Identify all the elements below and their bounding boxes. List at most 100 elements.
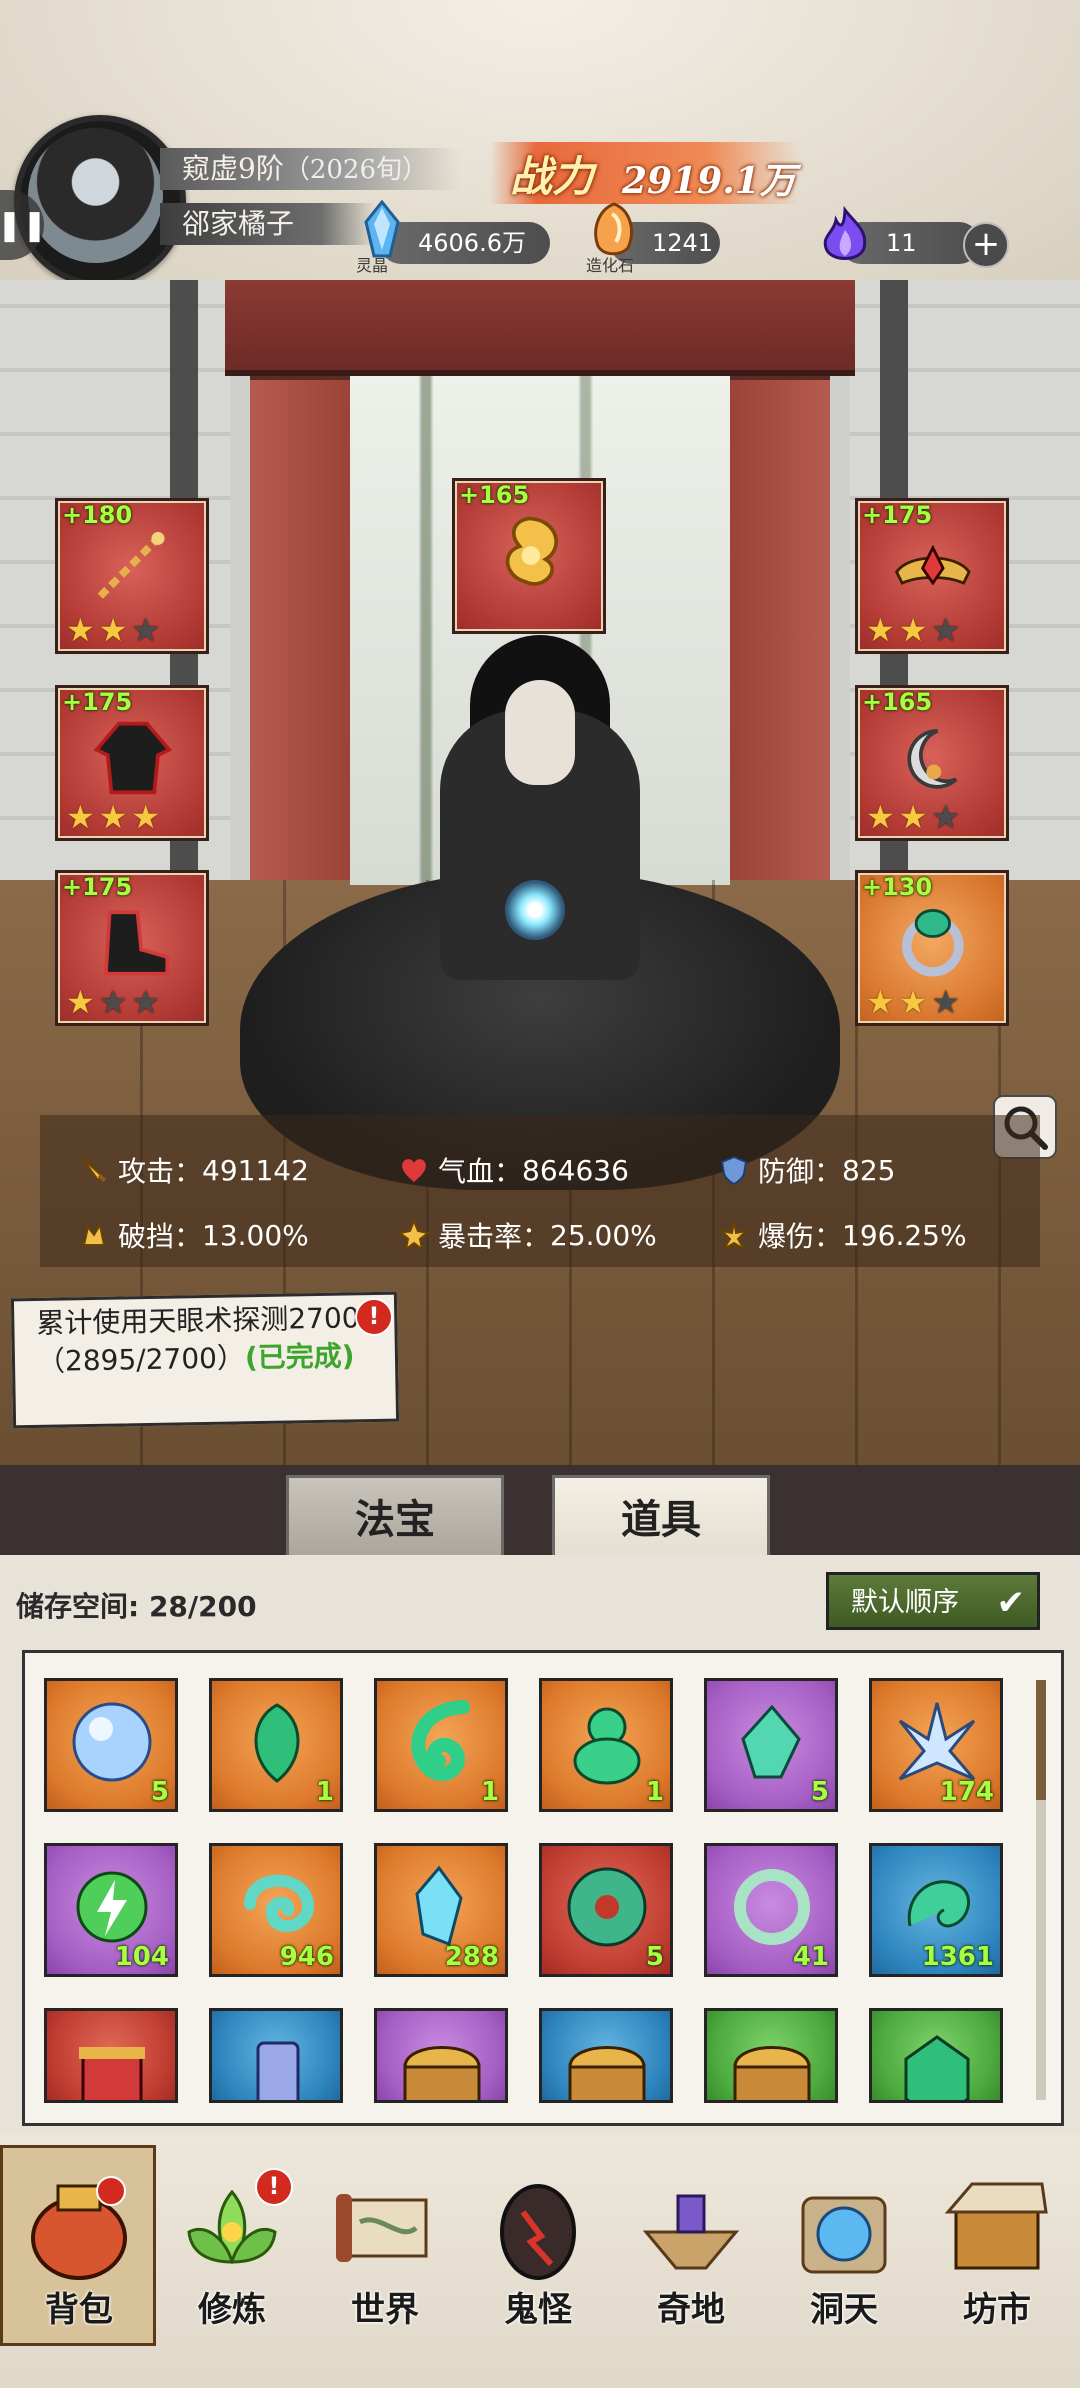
door-left [250, 380, 350, 880]
bag-item[interactable] [209, 2008, 343, 2103]
stat-label: 气血： [438, 1155, 523, 1188]
bag-item[interactable] [374, 2008, 508, 2103]
nav-item-lotus[interactable]: 修炼! [157, 2150, 307, 2380]
moon-pendant-icon [907, 729, 958, 789]
item-count: 1 [315, 1777, 334, 1807]
star-rating: ★ ★ ★ [866, 800, 960, 834]
jade-bracelet-icon [734, 1869, 810, 1945]
item-count: 1 [480, 1777, 499, 1807]
bag-item[interactable]: 1361 [869, 1843, 1003, 1977]
bag-item[interactable]: 288 [374, 1843, 508, 1977]
bag-item[interactable] [869, 2008, 1003, 2103]
storage-label: 储存空间: [16, 1590, 140, 1623]
equipment-slot-robe[interactable]: +175 ★ ★ ★ [55, 685, 209, 841]
bag-item[interactable]: 41 [704, 1843, 838, 1977]
nav-label: 坊市 [963, 2290, 1031, 2330]
lightning-orb-icon [76, 1871, 148, 1943]
add-resource-button[interactable]: + [963, 222, 1009, 268]
stat-break: 破挡： 13.00% [78, 1215, 309, 1255]
bag-item[interactable]: 5 [704, 1678, 838, 1812]
quest-text: 累计使用天眼术探测2700次（2895/2700）(已完成) [36, 1299, 397, 1381]
green-gem-icon [904, 2035, 970, 2100]
quest-alert-badge: ! [355, 1298, 393, 1336]
nav-item-scroll-map[interactable]: 世界 [310, 2150, 460, 2380]
bag-item[interactable]: 1 [539, 1678, 673, 1812]
market-stall-icon [944, 2182, 1048, 2270]
bag-item[interactable]: 5 [44, 1678, 178, 1812]
bag-item[interactable] [44, 2008, 178, 2103]
item-count: 41 [792, 1942, 829, 1972]
ice-crystal-icon [898, 1702, 976, 1781]
shield-icon [720, 1155, 748, 1186]
bag-item[interactable]: 1 [209, 1678, 343, 1812]
demon-egg-icon [500, 2184, 576, 2280]
nav-label: 背包 [45, 2290, 113, 2330]
item-count: 5 [810, 1777, 829, 1807]
scroll-map-icon [336, 2194, 428, 2262]
black-robe-icon [93, 721, 173, 795]
avatar-portrait [28, 128, 163, 263]
slot-bonus: +165 [862, 688, 933, 716]
item-count: 104 [114, 1942, 169, 1972]
item-count: 5 [645, 1942, 664, 1972]
purple-flame-icon [823, 206, 867, 260]
door-right [730, 380, 830, 880]
bag-item[interactable] [539, 2008, 673, 2103]
tab-items[interactable]: 道具 [552, 1475, 770, 1565]
bag-item[interactable]: 1 [374, 1678, 508, 1812]
jade-gourd-icon [573, 1707, 641, 1785]
alert-badge: ! [255, 2168, 293, 2206]
item-count: 1361 [921, 1942, 994, 1972]
stat-attack: 攻击： 491142 [78, 1150, 309, 1190]
equipment-slot-treasure[interactable]: +165 [452, 478, 606, 634]
resource-caption: 造化石 [586, 256, 635, 275]
star-icon: ★ [131, 611, 161, 649]
nav-label: 世界 [351, 2290, 419, 2330]
star-rating: ★ ★ ★ [866, 985, 960, 1019]
nav-label: 奇地 [657, 2290, 725, 2330]
item-count: 174 [939, 1777, 994, 1807]
item-count: 1 [645, 1777, 664, 1807]
scrollbar-thumb[interactable] [1036, 1680, 1046, 1800]
realm-text: 窥虚9阶 [182, 152, 284, 185]
nav-item-portal[interactable]: 洞天 [769, 2150, 919, 2380]
slot-bonus: +165 [459, 481, 530, 509]
equipment-slot-ring[interactable]: +130 ★ ★ ★ [855, 870, 1009, 1026]
star-icon: ★ [66, 798, 95, 836]
star-icon: ★ [66, 611, 95, 649]
bag-item[interactable]: 104 [44, 1843, 178, 1977]
tab-artifacts[interactable]: 法宝 [286, 1475, 504, 1565]
slot-bonus: +175 [62, 688, 133, 716]
nav-label: 洞天 [810, 2290, 878, 2330]
star-icon: ★ [866, 611, 895, 649]
bag-item[interactable]: 174 [869, 1678, 1003, 1812]
spirit-orb [505, 880, 565, 940]
resource-value: 1241 [652, 229, 714, 257]
stat-crit-rate: 暴击率： 25.00% [398, 1215, 657, 1255]
equipment-slot-weapon[interactable]: +180 ★ ★ ★ [55, 498, 209, 654]
equipment-slot-boots[interactable]: +175 ★ ★ ★ [55, 870, 209, 1026]
equipment-slot-pendant[interactable]: +165 ★ ★ ★ [855, 685, 1009, 841]
stat-value: 25.00% [550, 1218, 657, 1252]
nav-item-market-stall[interactable]: 坊市 [922, 2150, 1072, 2380]
equipment-slot-head[interactable]: +175 ★ ★ ★ [855, 498, 1009, 654]
bag-item[interactable] [704, 2008, 838, 2103]
bag-item[interactable]: 5 [539, 1843, 673, 1977]
break-icon [82, 1222, 106, 1246]
nav-item-demon-egg[interactable]: 鬼怪 [463, 2150, 613, 2380]
slot-bonus: +175 [862, 501, 933, 529]
stat-value: 13.00% [202, 1218, 309, 1252]
crit-icon [398, 1219, 430, 1251]
sword-icon [81, 1157, 107, 1183]
nav-item-floating-island[interactable]: 奇地 [616, 2150, 766, 2380]
quest-tracker[interactable]: 累计使用天眼术探测2700次（2895/2700）(已完成) [10, 1291, 400, 1429]
player-name: 郤家橘子 [182, 207, 295, 240]
resource-value: 11 [886, 229, 917, 257]
character-face [505, 680, 575, 785]
bag-item[interactable]: 946 [209, 1843, 343, 1977]
stat-crit-damage: 爆伤： 196.25% [718, 1215, 967, 1255]
jade-disc-icon [567, 1867, 647, 1947]
sort-order-dropdown[interactable]: 默认顺序 ✔ [826, 1572, 1040, 1630]
nav-item-bag[interactable]: 背包 [4, 2150, 154, 2380]
blue-talisman-icon [256, 2041, 300, 2100]
